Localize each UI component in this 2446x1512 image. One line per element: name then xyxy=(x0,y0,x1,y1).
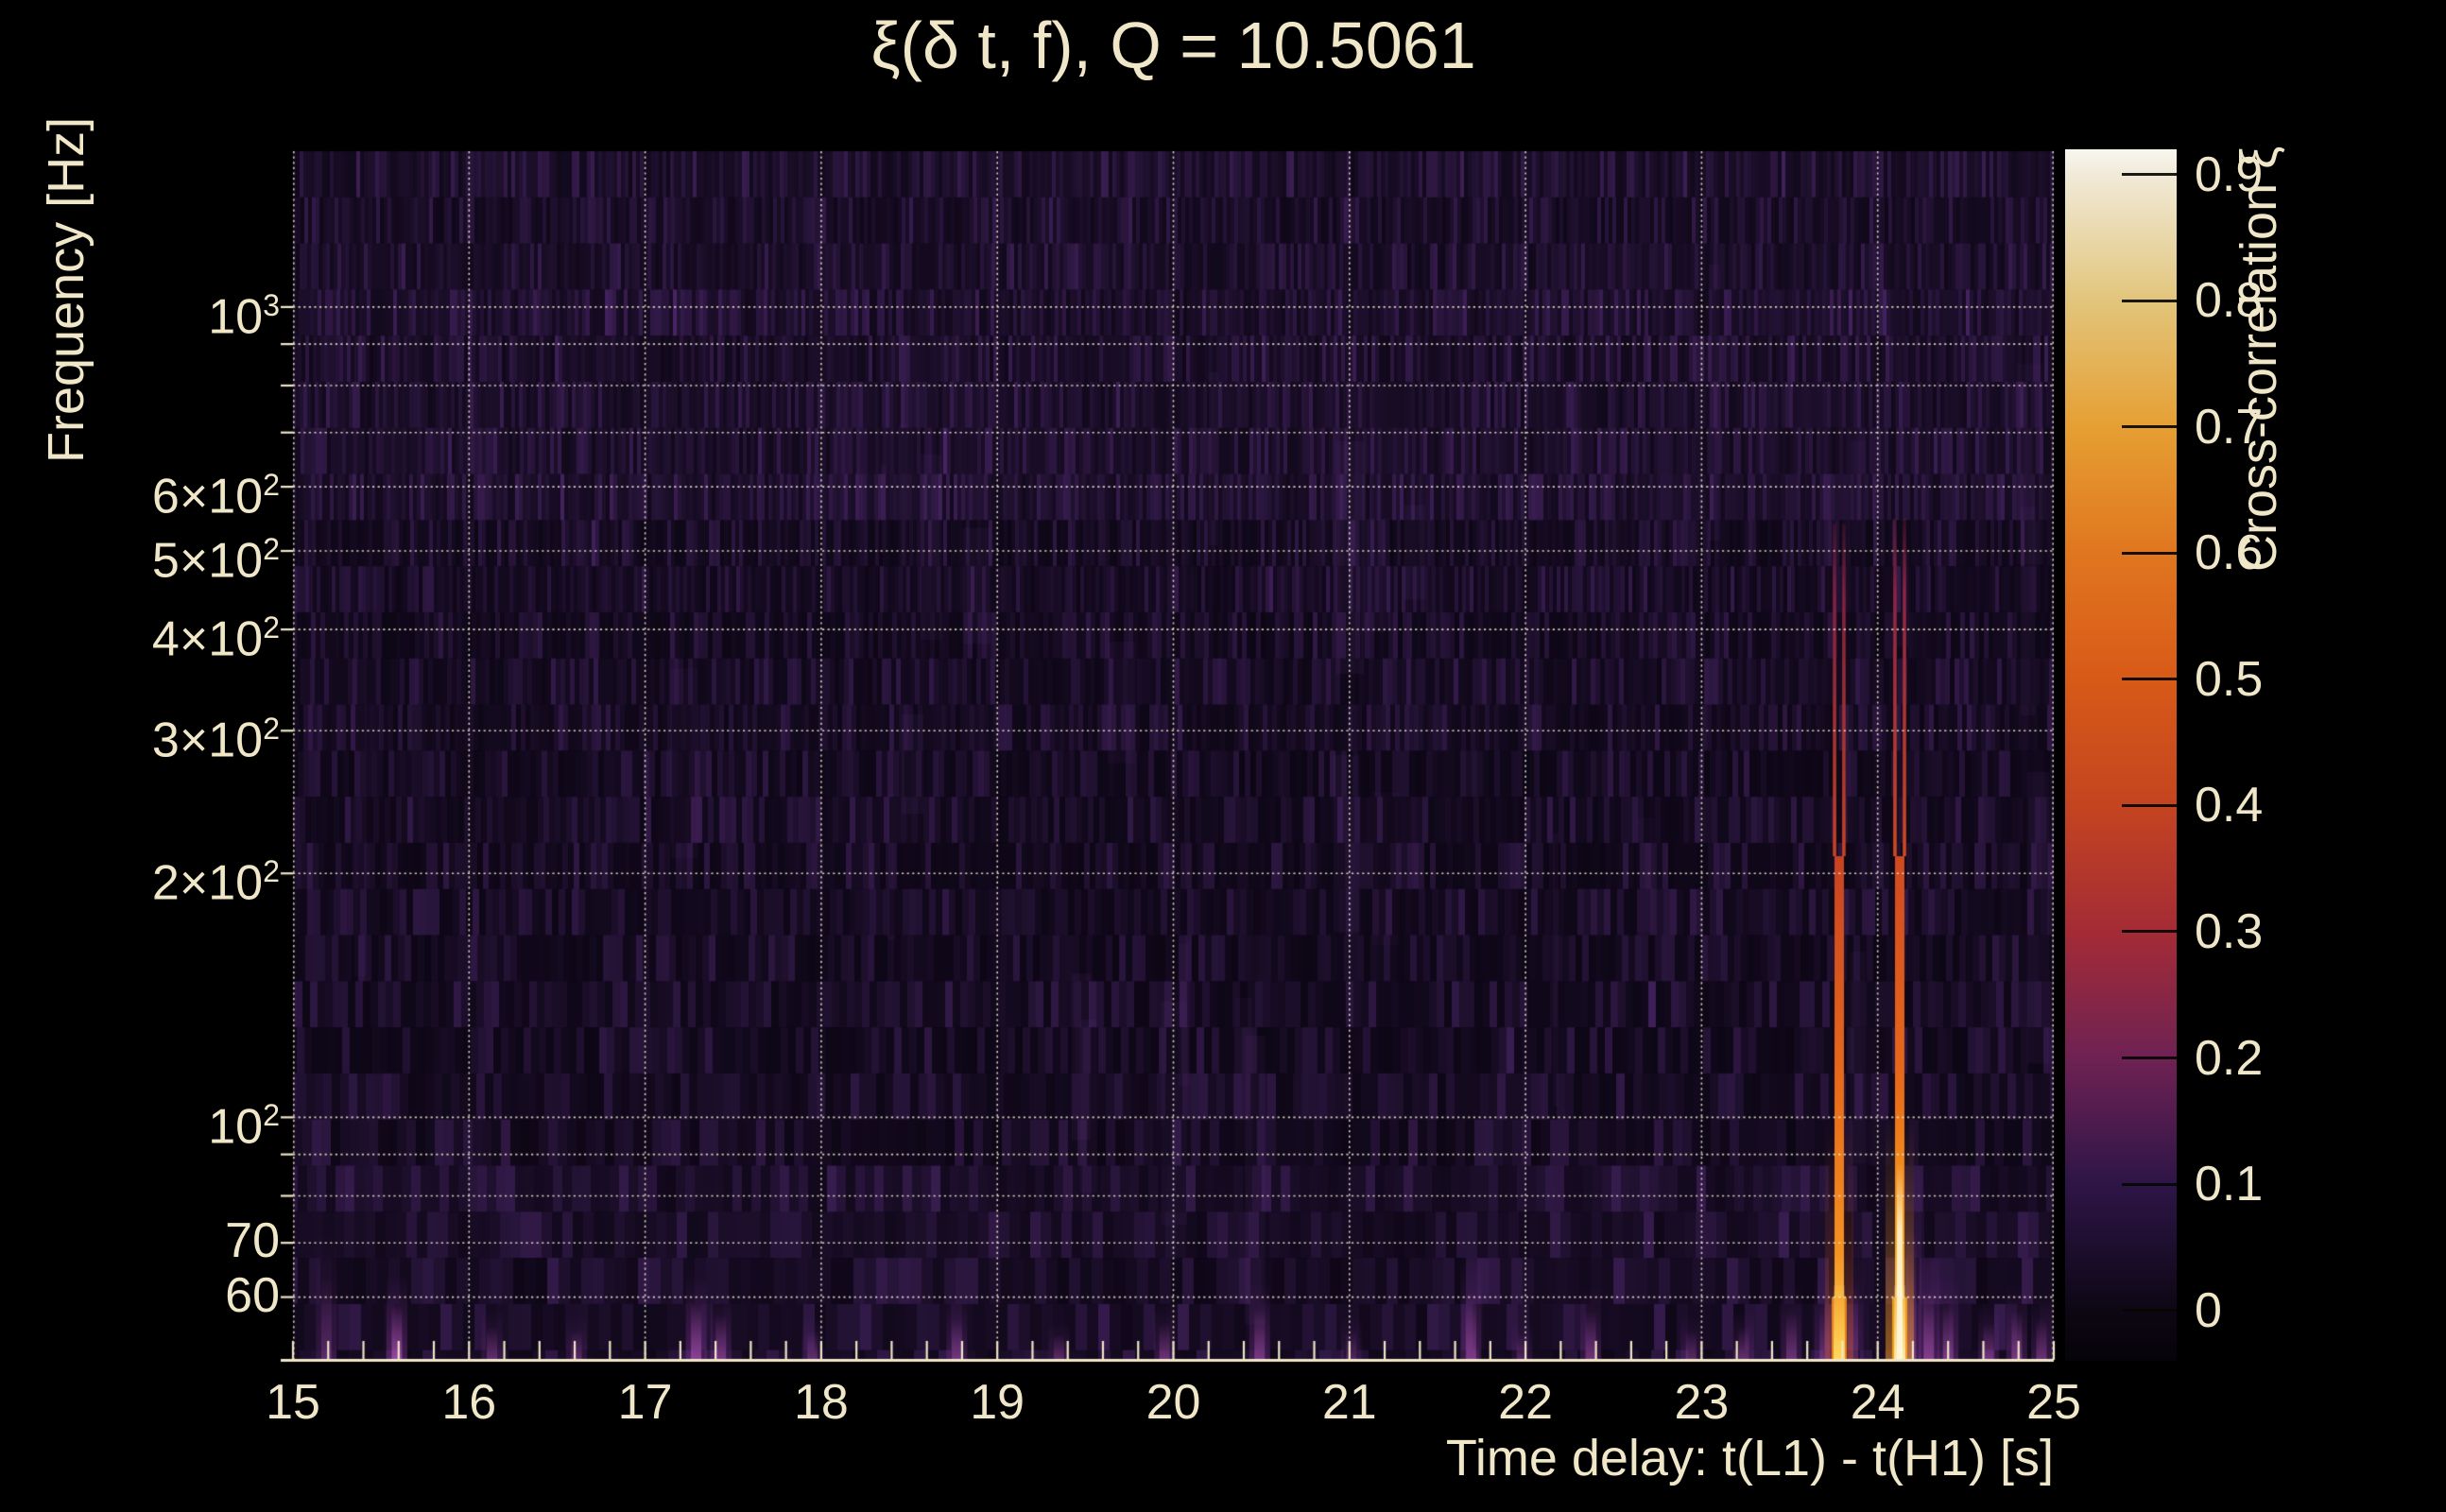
colorbar-tick-label: 0.9 xyxy=(2195,146,2264,202)
colorbar-tick-mark xyxy=(2122,1057,2177,1059)
colorbar-tick-mark xyxy=(2122,551,2177,555)
x-tick-label: 18 xyxy=(793,1375,849,1430)
x-tick-label: 24 xyxy=(1850,1375,1905,1430)
colorbar-label: Cross-correlation ξ xyxy=(2231,146,2287,572)
colorbar-tick-label: 0.6 xyxy=(2195,525,2264,581)
colorbar-tick-label: 0.5 xyxy=(2195,651,2264,707)
colorbar-tick-mark xyxy=(2122,1182,2177,1186)
colorbar xyxy=(2065,149,2177,1361)
colorbar-tick-label: 0.4 xyxy=(2195,778,2264,833)
colorbar-tick-label: 0 xyxy=(2195,1282,2222,1338)
x-axis-label: Time delay: t(L1) - t(H1) [s] xyxy=(1445,1430,2054,1486)
colorbar-tick-label: 0.1 xyxy=(2195,1157,2264,1212)
y-tick-label: 6×102 xyxy=(151,468,280,524)
colorbar-tick-mark xyxy=(2122,425,2177,429)
colorbar-tick-mark xyxy=(2122,1309,2177,1313)
y-tick-label: 2×102 xyxy=(151,854,280,911)
chart-title: ξ(δ t, f), Q = 10.5061 xyxy=(870,9,1476,82)
x-tick-label: 17 xyxy=(617,1375,673,1430)
x-tick-label: 23 xyxy=(1674,1375,1730,1430)
x-tick-label: 25 xyxy=(2026,1375,2081,1430)
colorbar-tick-label: 0.3 xyxy=(2195,903,2264,959)
x-tick-label: 20 xyxy=(1145,1375,1201,1430)
colorbar-tick-mark xyxy=(2122,678,2177,681)
x-tick-label: 21 xyxy=(1321,1375,1377,1430)
colorbar-tick-mark xyxy=(2122,299,2177,302)
x-tick-label: 22 xyxy=(1498,1375,1554,1430)
y-tick-label: 70 xyxy=(225,1213,280,1269)
y-tick-label: 3×102 xyxy=(151,712,280,768)
x-tick-label: 19 xyxy=(970,1375,1025,1430)
qscan-figure: ξ(δ t, f), Q = 10.5061 Frequency [Hz] Ti… xyxy=(0,0,2446,1512)
x-tick-label: 15 xyxy=(266,1375,320,1430)
y-tick-label: 103 xyxy=(208,287,280,345)
y-tick-label: 102 xyxy=(208,1098,280,1155)
y-tick-label: 60 xyxy=(225,1267,280,1323)
colorbar-tick-label: 0.2 xyxy=(2195,1030,2264,1086)
colorbar-tick-mark xyxy=(2122,803,2177,807)
colorbar-tick-mark xyxy=(2122,930,2177,934)
colorbar-tick-label: 0.8 xyxy=(2195,273,2264,329)
y-tick-label: 4×102 xyxy=(151,610,280,667)
colorbar-tick-label: 0.7 xyxy=(2195,399,2264,455)
colorbar-tick-mark xyxy=(2122,173,2177,177)
y-tick-label: 5×102 xyxy=(151,532,280,589)
x-tick-label: 16 xyxy=(441,1375,497,1430)
